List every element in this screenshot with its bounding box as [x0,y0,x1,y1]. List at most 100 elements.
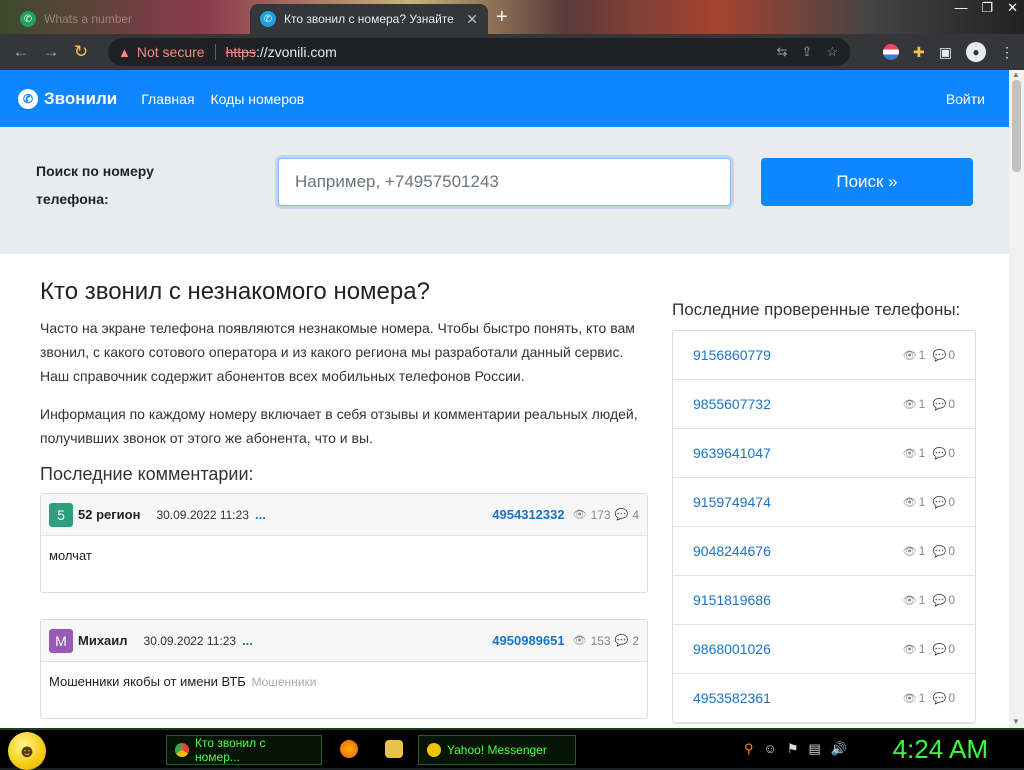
reload-icon[interactable]: ↻ [66,42,96,62]
browser-toolbar: ← → ↻ ▲ Not secure https ://zvonili.com … [0,34,1024,70]
comment-bubble-icon: 💬 [932,692,947,705]
phone-link[interactable]: 9159749474 [693,494,771,510]
list-item: 9151819686 👁 1 💬 0 [673,576,975,625]
comment-phone-link[interactable]: 4950989651 [492,633,564,648]
phone-link[interactable]: 9855607732 [693,396,771,412]
comment-more-link[interactable]: ... [255,507,266,522]
search-label: Поиск по номеру телефона: [36,163,154,207]
minimize-icon[interactable]: — [954,0,967,16]
menu-kebab-icon[interactable]: ⋮ [1000,44,1014,61]
comment-bubble-icon: 💬 [932,545,947,558]
comment-body: молчат [41,536,647,592]
phone-link[interactable]: 9868001026 [693,641,771,657]
scroll-up-icon[interactable]: ▲ [1012,70,1020,79]
nav-link-codes[interactable]: Коды номеров [211,91,305,107]
chrome-icon [175,743,189,757]
browser-tab-inactive[interactable]: ✆ Whats a number [10,4,250,34]
eye-icon: 👁 [902,398,917,411]
phone-link[interactable]: 9156860779 [693,347,771,363]
page-scrollbar[interactable]: ▲ ▼ [1009,70,1024,728]
phone-search-input[interactable] [278,158,731,206]
comment-tag[interactable]: Мошенники [251,675,316,689]
smiley-tray-icon[interactable]: ☺ [764,741,777,757]
volume-icon[interactable]: 🔊 [831,741,847,757]
views-count: 1 [918,544,926,558]
share-icon[interactable]: ⇪ [801,44,812,60]
main-column: Кто звонил с незнакомого номера? Часто н… [40,278,648,728]
comment-phone-link[interactable]: 4954312332 [492,507,564,522]
security-label[interactable]: Not secure [137,44,205,60]
site-favicon-icon: ✆ [20,11,36,27]
comment-text: Мошенники якобы от имени ВТБ [49,674,246,689]
comment-bubble-icon: 💬 [932,447,947,460]
scroll-thumb[interactable] [1012,80,1021,172]
replies-count: 0 [948,593,955,607]
scroll-down-icon[interactable]: ▼ [1012,717,1020,726]
profile-avatar-icon[interactable]: ● [966,42,986,62]
views-count: 1 [918,397,926,411]
sidepanel-icon[interactable]: ▣ [939,44,952,61]
network-icon[interactable]: ▤ [808,741,820,757]
comment-bubble-icon: 💬 [932,594,947,607]
taskbar-button-browser[interactable]: Кто звонил с номер... [166,735,322,765]
back-icon[interactable]: ← [6,42,36,62]
site-navbar: ✆ Звонили Главная Коды номеров Войти [0,70,1009,127]
browser-tab-strip: ✆ Whats a number ✆ Кто звонил с номера? … [0,0,1024,34]
address-bar[interactable]: ▲ Not secure https ://zvonili.com ⇆ ⇪ ☆ [108,38,850,66]
phone-link[interactable]: 9151819686 [693,592,771,608]
replies-count: 0 [948,397,955,411]
comment-bubble-icon: 💬 [932,643,947,656]
flag-extension-icon[interactable] [883,44,900,60]
eye-icon: 👁 [902,349,917,362]
search-icon[interactable]: ⚲ [744,741,754,757]
replies-count: 0 [948,348,955,362]
checked-phones-list: 9156860779 👁 1 💬 0 9855607732 👁 1 💬 0 963964… [672,330,976,724]
phone-link[interactable]: 9048244676 [693,543,771,559]
replies-count: 0 [948,544,955,558]
comment-date: 30.09.2022 11:23 [156,507,249,522]
bookmark-star-icon[interactable]: ☆ [826,44,838,60]
comment-more-link[interactable]: ... [242,633,253,648]
comment-text: молчат [49,548,92,563]
close-tab-icon[interactable]: ✕ [466,11,478,28]
comments-title: Последние комментарии: [40,464,254,484]
yahoo-messenger-icon [427,743,441,757]
brand-name: Звонили [44,88,118,108]
avatar: 5 [49,502,73,527]
replies-count: 0 [948,642,955,656]
comment-bubble-icon: 💬 [932,349,947,362]
folder-icon[interactable] [385,740,403,758]
intro-paragraph: Часто на экране телефона появляются незн… [40,320,635,384]
extensions-puzzle-icon[interactable]: ✚ [913,44,925,61]
replies-count: 4 [632,507,639,522]
url-host: ://zvonili.com [255,44,337,60]
restore-icon[interactable]: ❐ [981,0,993,16]
browser-tab-active[interactable]: ✆ Кто звонил с номера? Узнайте ✕ [250,4,488,34]
tab-title: Whats a number [44,12,133,26]
warning-icon[interactable]: ▲ [118,45,131,60]
close-window-icon[interactable]: ✕ [1007,0,1018,16]
start-smiley-icon[interactable]: ☻ [8,732,46,770]
list-item: 4953582361 👁 1 💬 0 [673,674,975,723]
new-tab-icon[interactable]: + [496,6,508,29]
tab-title: Кто звонил с номера? Узнайте [284,12,454,26]
eye-icon: 👁 [902,643,917,656]
eye-icon: 👁 [902,692,917,705]
comment-date: 30.09.2022 11:23 [143,633,237,648]
search-section: Поиск по номеру телефона: Поиск » [0,127,1009,254]
nav-link-home[interactable]: Главная [141,91,194,107]
sidebar-title: Последние проверенные телефоны: [672,300,961,319]
views-count: 1 [918,495,926,509]
phone-link[interactable]: 4953582361 [693,690,771,706]
search-button[interactable]: Поиск » [761,158,973,206]
firefox-icon[interactable] [340,740,358,758]
forward-icon[interactable]: → [36,42,66,62]
comment-bubble-icon: 💬 [614,509,629,521]
taskbar-button-messenger[interactable]: Yahoo! Messenger [418,735,576,765]
login-link[interactable]: Войти [946,91,985,107]
site-brand[interactable]: ✆ Звонили [18,88,118,109]
translate-icon[interactable]: ⇆ [777,44,788,60]
flag-icon[interactable]: ⚑ [787,741,799,757]
phone-link[interactable]: 9639641047 [693,445,771,461]
taskbar-clock[interactable]: 4:24 AM [893,734,988,765]
